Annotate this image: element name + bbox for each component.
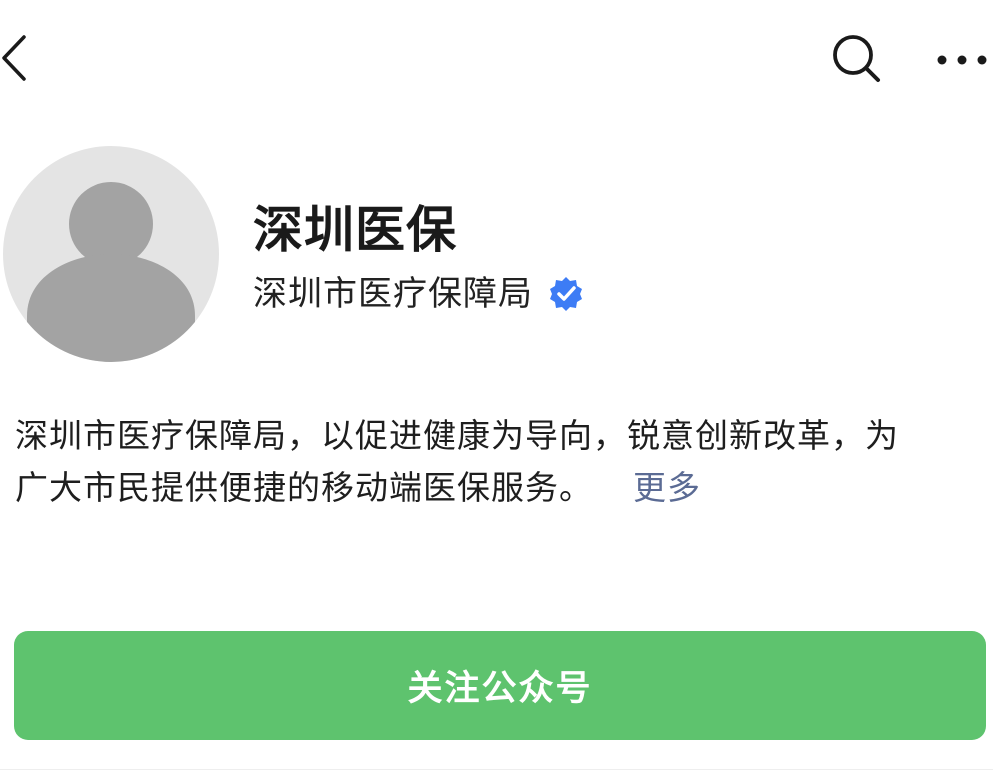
search-button[interactable] — [826, 30, 886, 90]
organization-row: 深圳市医疗保障局 — [253, 268, 585, 320]
more-options-button[interactable] — [930, 30, 993, 90]
chevron-left-icon — [0, 33, 30, 87]
account-name: 深圳医保 — [253, 201, 457, 259]
avatar — [3, 146, 219, 362]
description-line-2: 广大市民提供便捷的移动端医保服务。 — [15, 468, 593, 507]
default-avatar-icon — [3, 182, 219, 362]
account-description: 深圳市医疗保障局，以促进健康为导向，锐意创新改革，为 广大市民提供便捷的移动端医… — [15, 410, 990, 514]
back-button[interactable] — [0, 30, 40, 90]
search-icon — [830, 32, 882, 88]
description-line-1: 深圳市医疗保障局，以促进健康为导向，锐意创新改革，为 — [15, 416, 899, 455]
bottom-divider — [0, 769, 993, 770]
follow-official-account-button[interactable]: 关注公众号 — [14, 631, 986, 740]
more-horizontal-icon — [936, 51, 988, 70]
more-link[interactable]: 更多 — [633, 468, 701, 507]
organization-name: 深圳市医疗保障局 — [253, 274, 533, 314]
verified-badge-icon — [547, 275, 585, 313]
follow-button-label: 关注公众号 — [407, 669, 593, 709]
